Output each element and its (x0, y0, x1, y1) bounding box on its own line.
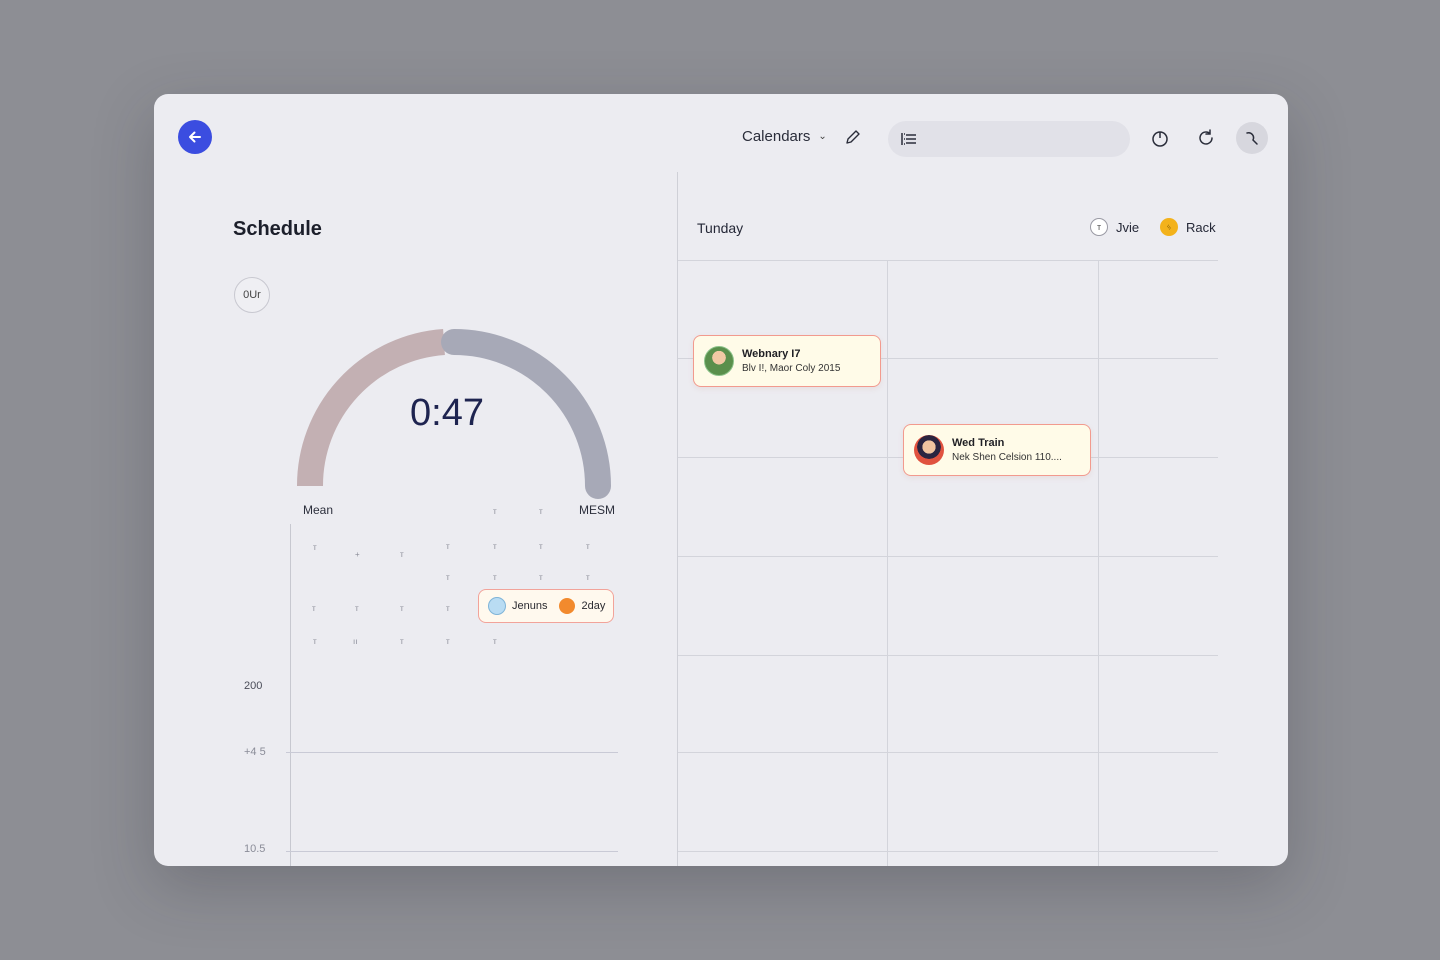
sync-button[interactable] (1193, 125, 1219, 151)
tick-mark: т (539, 573, 543, 582)
grid-line (678, 260, 1218, 261)
tick-mark: т (446, 573, 450, 582)
grid-line (678, 851, 1218, 852)
chevron-down-icon: ⌄ (818, 131, 827, 142)
grid-line (286, 752, 618, 753)
tick-mark: т (493, 507, 497, 516)
tick-mark: т (493, 542, 497, 551)
panel-divider (677, 172, 678, 866)
power-icon (1152, 131, 1168, 147)
day-title: Tunday (697, 220, 744, 236)
calendars-label: Calendars (742, 128, 811, 145)
arrow-left-icon (189, 131, 201, 143)
event-subtitle: Blv I!, Maor Coly 2015 (742, 363, 841, 374)
gauge-right-label: MESM (579, 503, 615, 517)
person-avatar: ᛃ (1160, 218, 1178, 236)
search-input[interactable] (926, 131, 1116, 147)
event-text: Webnary I7 Blv I!, Maor Coly 2015 (742, 348, 870, 374)
tick-mark: + (355, 550, 360, 559)
tick-mark: т (539, 507, 543, 516)
tick-mark: т (493, 573, 497, 582)
list-icon (901, 133, 916, 145)
person-rack[interactable]: ᛃ Rack (1160, 218, 1216, 236)
tick-mark: т (446, 542, 450, 551)
avatar (488, 597, 506, 615)
page-title: Schedule (233, 218, 322, 240)
tick-mark: т (446, 604, 450, 613)
person-name: Jvie (1116, 219, 1140, 235)
tick-mark: ıı (353, 637, 358, 646)
back-button[interactable] (178, 120, 212, 154)
grid-line (1098, 260, 1099, 866)
tick-mark: т (493, 637, 497, 646)
calendar-event[interactable]: Webnary I7 Blv I!, Maor Coly 2015 (693, 335, 881, 387)
grid-line (286, 851, 618, 852)
person-jvie[interactable]: т Jvie (1090, 218, 1139, 236)
y-axis-label: 200 (244, 680, 263, 692)
search-icon (1246, 132, 1258, 145)
calendars-dropdown[interactable]: Calendars ⌄ (742, 128, 827, 145)
event-title: Wed Train (952, 437, 1005, 449)
schedule-pill[interactable]: Jenuns 2day (478, 589, 614, 623)
calendar-event[interactable]: Wed Train Nek Shen Celsion 110.... (903, 424, 1091, 476)
search-bar[interactable] (888, 121, 1130, 157)
tick-mark: т (313, 543, 317, 552)
refresh-icon (1199, 129, 1213, 145)
pill-tag: 2day (581, 600, 606, 612)
event-text: Wed Train Nek Shen Celsion 110.... (952, 437, 1080, 463)
chart-axis (290, 524, 291, 866)
tick-mark: т (400, 604, 404, 613)
person-avatar: т (1090, 218, 1108, 236)
tick-mark: т (586, 573, 590, 582)
power-button[interactable] (1147, 125, 1173, 151)
gauge-value: 0:47 (410, 392, 484, 434)
tick-mark: т (400, 637, 404, 646)
y-axis-label: +4 5 (244, 746, 266, 758)
event-title: Webnary I7 (742, 348, 801, 360)
person-name: Rack (1186, 219, 1216, 235)
grid-line (678, 752, 1218, 753)
tick-mark: т (539, 542, 543, 551)
tick-mark: т (446, 637, 450, 646)
y-axis-label: 10.5 (244, 843, 266, 855)
avatar (704, 346, 734, 376)
event-subtitle: Nek Shen Celsion 110.... (952, 452, 1062, 463)
emoji-icon (559, 598, 576, 614)
grid-line (678, 556, 1218, 557)
pencil-icon (846, 130, 860, 144)
tick-mark: т (400, 550, 404, 559)
profile-button[interactable] (1236, 122, 1268, 154)
edit-button[interactable] (842, 126, 864, 148)
tick-mark: т (312, 604, 316, 613)
grid-line (678, 655, 1218, 656)
tick-mark: т (313, 637, 317, 646)
avatar (914, 435, 944, 465)
tick-mark: т (355, 604, 359, 613)
app-window: Calendars ⌄ Schedule 0Ur 0:47 Mean MESM … (154, 94, 1288, 866)
pill-name: Jenuns (512, 600, 548, 612)
grid-line (887, 260, 888, 866)
tick-mark: т (586, 542, 590, 551)
gauge-left-label: Mean (303, 503, 334, 517)
filter-chip[interactable]: 0Ur (234, 277, 270, 313)
